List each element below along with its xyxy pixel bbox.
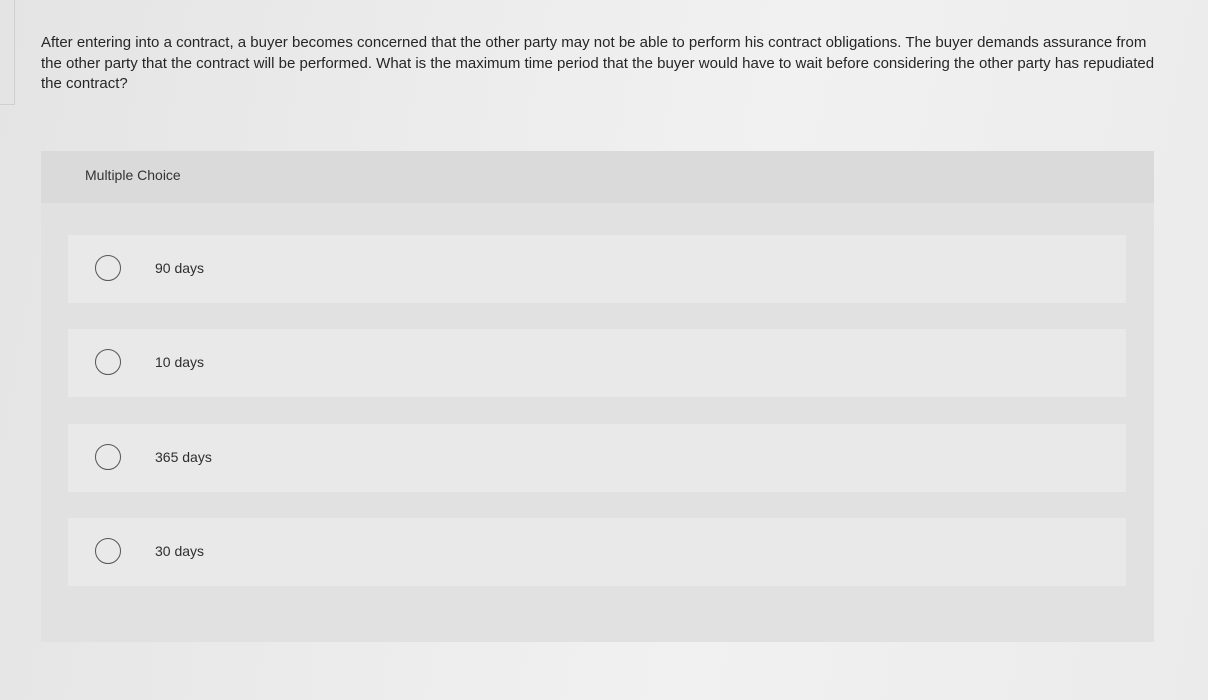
answer-option-label: 10 days	[155, 354, 205, 370]
radio-button-icon[interactable]	[95, 255, 121, 281]
multiple-choice-label: Multiple Choice	[85, 167, 181, 183]
question-text: After entering into a contract, a buyer …	[41, 34, 1155, 92]
answer-option-label: 365 days	[155, 449, 212, 465]
left-edge-frame	[0, 0, 15, 105]
multiple-choice-panel: Multiple Choice 90 days 10 days 365 days…	[41, 151, 1154, 642]
answer-option-label: 90 days	[155, 260, 205, 276]
answer-option-4[interactable]: 30 days	[68, 518, 1126, 586]
answer-option-label: 30 days	[155, 543, 205, 559]
radio-button-icon[interactable]	[95, 349, 121, 375]
answer-option-3[interactable]: 365 days	[68, 424, 1126, 492]
answer-option-1[interactable]: 90 days	[68, 235, 1126, 303]
radio-button-icon[interactable]	[95, 444, 121, 470]
answer-option-2[interactable]: 10 days	[68, 329, 1126, 397]
multiple-choice-header: Multiple Choice	[41, 151, 1154, 203]
radio-button-icon[interactable]	[95, 538, 121, 564]
